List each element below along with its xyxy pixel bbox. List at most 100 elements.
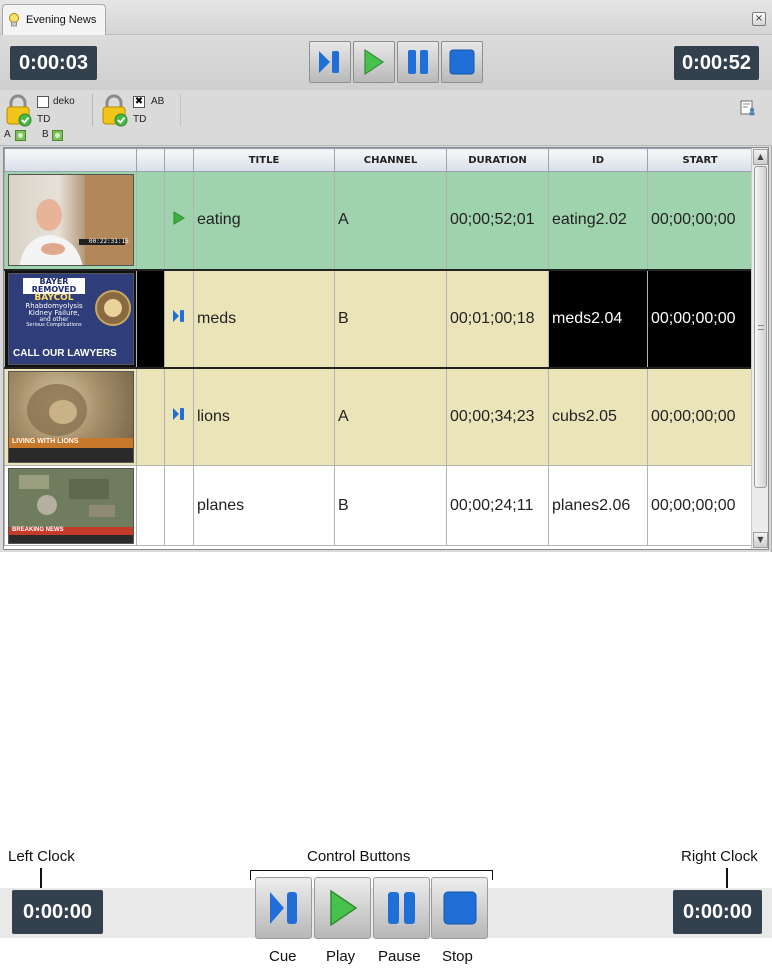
td-label: TD [133,114,147,125]
marker-cell [136,465,165,546]
col-header-status[interactable] [164,148,194,172]
col-header-thumbnail[interactable] [4,148,137,172]
lions-caption: LIVING WITH LIONS [12,437,79,445]
col-header-id[interactable]: ID [548,148,648,172]
thumbnail-cell: LIVING WITH LIONS [4,367,137,466]
tab-evening-news[interactable]: Evening News [2,4,106,35]
id-cell: planes2.06 [548,465,648,546]
thumbnail-cell: BREAKING NEWS [4,465,137,546]
id-cell: meds2.04 [548,268,648,369]
cue-icon [173,310,184,322]
channel-b-status-icon [52,130,63,141]
video-thumbnail: BAYER REMOVED BAYCOL Rhabdomyolysis Kidn… [8,272,134,365]
marker-cell [136,171,165,270]
id-cell: eating2.02 [548,171,648,270]
rundown-table: TITLE CHANNEL DURATION ID START 00:22:31… [3,147,769,550]
group-divider [92,94,93,126]
col-header-channel[interactable]: CHANNEL [334,148,447,172]
cue-icon [319,51,339,73]
cue-button[interactable] [309,41,351,83]
col-header-title[interactable]: TITLE [193,148,335,172]
lock-icon[interactable] [4,94,34,128]
duration-cell: 00;01;00;18 [446,268,549,369]
control-legend: Left Clock 0:00:00 Control Buttons Cue P… [0,840,772,973]
lock-icon[interactable] [100,94,130,128]
scroll-thumb[interactable] [754,166,767,488]
right-clock-pointer [726,868,728,888]
deko-checkbox[interactable] [37,96,49,108]
stop-icon [449,49,475,75]
stop-button[interactable] [441,41,483,83]
timecode-overlay: 00:22:31:15 [89,238,129,246]
video-thumbnail: BREAKING NEWS [8,467,134,544]
start-cell: 00;00;00;00 [647,465,753,546]
channel-a-label: A [4,129,11,140]
status-cell [164,367,194,466]
play-button[interactable] [353,41,395,83]
pause-icon [387,892,415,924]
title-cell[interactable]: eating [193,171,335,270]
thumbnail-cell: BAYER REMOVED BAYCOL Rhabdomyolysis Kidn… [4,268,137,369]
deko-label: deko [53,96,75,107]
col-header-duration[interactable]: DURATION [446,148,549,172]
left-clock-caption: Left Clock [8,848,75,865]
lawyers-banner: CALL OUR LAWYERS [13,347,117,359]
duration-cell: 00;00;24;11 [446,465,549,546]
marker-cell [136,367,165,466]
channel-cell: A [334,171,447,270]
user-settings-icon[interactable] [740,100,756,116]
close-icon[interactable]: × [752,12,766,26]
col-header-marker[interactable] [136,148,165,172]
group-divider [180,94,181,126]
left-clock: 0:00:03 [10,46,97,80]
lock-group-deko: deko TD A B [4,92,92,142]
title-cell[interactable]: lions [193,367,335,466]
status-cell [164,171,194,270]
pause-icon [408,50,428,74]
duration-cell: 00;00;34;23 [446,367,549,466]
legend-cue-button [255,877,312,939]
control-buttons-caption: Control Buttons [307,848,411,865]
play-caption: Play [326,948,356,965]
col-header-start[interactable]: START [647,148,753,172]
lock-bar: deko TD A B ✖ AB TD [0,90,772,146]
thumbnail-cell: 00:22:31:15 [4,171,137,270]
video-thumbnail: 00:22:31:15 [8,174,134,267]
tab-label: Evening News [26,14,97,26]
channel-cell: B [334,465,447,546]
breaking-news-caption: BREAKING NEWS [12,526,64,533]
cue-icon [269,892,297,924]
status-cell [164,465,194,546]
control-bar: 0:00:03 0:00:52 [0,35,772,90]
rundown-window: Evening News × 0:00:03 0:00:52 deko TD A… [0,0,772,552]
scroll-up-icon[interactable]: ▲ [753,149,768,165]
right-clock-caption: Right Clock [681,848,758,865]
pause-caption: Pause [378,948,421,965]
table-row[interactable]: 00:22:31:15 eating A 00;00;52;01 eating2… [4,171,753,270]
person-eating-image [19,175,133,266]
ab-label: AB [151,96,165,107]
duration-cell: 00;00;52;01 [446,171,549,270]
play-icon [173,210,185,225]
start-cell: 00;00;00;00 [647,171,753,270]
channel-cell: A [334,367,447,466]
pill-bottle-image [95,289,131,326]
title-cell[interactable]: meds [193,268,335,369]
play-icon [364,48,385,76]
start-cell: 00;00;00;00 [647,367,753,466]
channel-a-status-icon [15,130,26,141]
ab-checkbox[interactable]: ✖ [133,96,145,108]
lock-group-ab: ✖ AB TD [100,92,180,142]
legend-stop-button [431,877,488,939]
table-row[interactable]: LIVING WITH LIONS lions A 00;00;34;23 cu… [4,367,753,466]
table-row[interactable]: BREAKING NEWS planes B 00;00;24;11 plane… [4,465,753,546]
scroll-down-icon[interactable]: ▼ [753,532,768,548]
pause-button[interactable] [397,41,439,83]
vertical-scrollbar[interactable]: ▲ ▼ [751,148,768,549]
tab-bar: Evening News × [0,0,772,35]
table-row[interactable]: BAYER REMOVED BAYCOL Rhabdomyolysis Kidn… [4,268,753,369]
lion-image [9,383,133,462]
legend-right-clock: 0:00:00 [673,890,762,934]
legend-pause-button [373,877,430,939]
title-cell[interactable]: planes [193,465,335,546]
